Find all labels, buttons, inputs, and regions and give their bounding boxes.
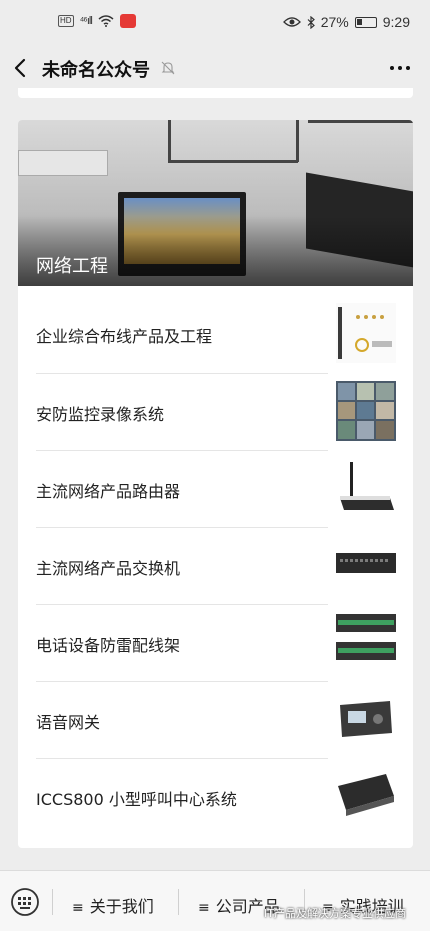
rack-device-image xyxy=(18,150,108,176)
menu-divider xyxy=(52,889,53,915)
cabling-products-thumbnail xyxy=(336,303,396,363)
router-thumbnail xyxy=(336,458,396,518)
cable-line xyxy=(308,120,413,123)
list-item[interactable]: ICCS800 小型呼叫中心系统 xyxy=(36,758,396,835)
list-item[interactable]: 电话设备防雷配线架 xyxy=(36,604,396,681)
menu-label: 关于我们 xyxy=(89,897,154,916)
hd-icon: HD xyxy=(58,15,74,27)
cable-line xyxy=(168,120,171,162)
status-bar: HD ⁴⁶ıll 27% 9:29 xyxy=(0,0,430,44)
cable-line xyxy=(168,160,298,163)
list-item-label: ICCS800 小型呼叫中心系统 xyxy=(36,790,237,809)
list-item-label: 安防监控录像系统 xyxy=(36,405,165,424)
eye-comfort-icon xyxy=(282,17,301,27)
list-item-label: 主流网络产品路由器 xyxy=(36,482,181,501)
notification-app-icon xyxy=(119,14,136,28)
cellular-signal-icon: ⁴⁶ıll xyxy=(79,15,93,27)
bluetooth-icon xyxy=(307,15,315,29)
list-item[interactable]: 安防监控录像系统 xyxy=(36,373,396,450)
list-item[interactable]: 企业综合布线产品及工程 xyxy=(36,295,396,372)
surveillance-thumbnail xyxy=(336,381,396,441)
more-options-icon[interactable] xyxy=(388,58,412,78)
cover-image[interactable]: 网络工程 xyxy=(18,120,413,286)
list-item-label: 企业综合布线产品及工程 xyxy=(36,327,213,346)
list-item-label: 电话设备防雷配线架 xyxy=(36,636,181,655)
switch-thumbnail xyxy=(336,535,396,595)
menu-list-icon: ≡ xyxy=(72,900,84,916)
menu-divider xyxy=(178,889,179,915)
call-center-device-thumbnail xyxy=(336,766,396,826)
list-item[interactable]: 主流网络产品交换机 xyxy=(36,527,396,604)
cover-title: 网络工程 xyxy=(36,256,108,277)
list-item-label: 语音网关 xyxy=(36,713,101,732)
wifi-icon xyxy=(98,15,114,27)
back-arrow-icon[interactable] xyxy=(10,56,32,80)
list-item[interactable]: 语音网关 xyxy=(36,681,396,758)
menu-about-us[interactable]: ≡ 关于我们 xyxy=(72,893,154,917)
watermark: IT产品及解决方案专业供应商 xyxy=(264,907,406,920)
list-item[interactable]: 主流网络产品路由器 xyxy=(36,450,396,527)
distribution-frame-thumbnail xyxy=(336,612,396,672)
article-card: 网络工程 企业综合布线产品及工程 安防监控录像系统 主流网络产品路由器 主流网络… xyxy=(18,120,413,848)
list-item-label: 主流网络产品交换机 xyxy=(36,559,181,578)
menu-list-icon: ≡ xyxy=(198,900,210,916)
battery-icon xyxy=(354,16,377,28)
clock: 9:29 xyxy=(382,14,410,30)
nav-bar: 未命名公众号 xyxy=(0,44,430,92)
voice-gateway-thumbnail xyxy=(336,689,396,749)
battery-percent: 27% xyxy=(320,14,349,30)
mute-bell-icon xyxy=(161,61,175,75)
cable-line xyxy=(296,120,299,162)
page-title: 未命名公众号 xyxy=(42,60,150,81)
keyboard-icon[interactable] xyxy=(10,887,40,917)
previous-card-edge xyxy=(18,88,413,98)
bottom-menu-bar: ≡ 关于我们 ≡ 公司产品 ≡ 实践培训 IT产品及解决方案专业供应商 xyxy=(0,870,430,931)
